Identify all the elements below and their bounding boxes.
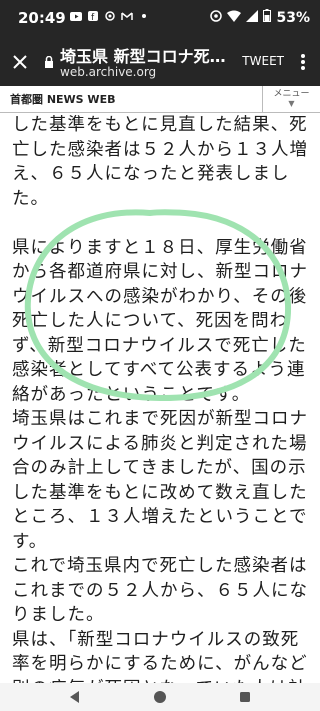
paragraph: 県は、「新型コロナウイルスの致死率を明らかにするために、がんなど別の病気が死因と… [12,629,308,684]
browser-toolbar: 埼玉県 新型コロナ死… web.archive.org TWEET [0,38,320,86]
battery-icon [263,9,272,26]
sync-icon [210,9,223,26]
notification-icons: f [70,11,150,21]
wifi-icon [227,10,242,26]
menu-button[interactable]: メニュー ▼ [262,86,320,112]
tweet-button[interactable]: TWEET [242,54,284,68]
lock-icon [44,53,54,72]
close-icon[interactable] [6,48,34,76]
caret-down-icon: ▼ [288,99,295,108]
paragraph: これで埼玉県内で死亡した感染者はこれまでの５２人から、６５人になりました。 [12,556,308,625]
system-nav-bar [0,683,320,711]
signal-icon [246,9,259,26]
status-right: 53% [210,9,310,26]
menu-label: メニュー [273,89,310,99]
facebook-icon: f [87,11,99,21]
battery-level: 53% [276,9,310,26]
status-bar: 20:49 f 53% [0,0,320,38]
settings-icon [104,11,116,21]
gmail-icon [121,11,133,21]
page-title: 埼玉県 新型コロナ死… [60,47,226,66]
paragraph: 埼玉県はこれまで死因が新型コロナウイルスによる肺炎と判定された場合のみ計上してき… [12,409,308,552]
site-logo[interactable]: 首都圏 NEWS WEB [10,91,115,107]
status-time: 20:49 [18,9,66,27]
recents-icon[interactable] [235,687,255,707]
paragraph: 県によりますと１８日、厚生労働省から各都道府県に対し、新型コロナウイルスへの感染… [12,237,308,405]
youtube-icon [70,11,82,21]
page-url[interactable]: web.archive.org [60,65,156,79]
more-options-icon[interactable] [292,48,314,76]
site-header: 首都圏 NEWS WEB メニュー ▼ [0,86,320,113]
home-icon[interactable] [150,687,170,707]
dot-icon [138,11,150,21]
back-icon[interactable] [65,687,85,707]
article-body: した基準をもとに見直した結果、死亡した感染者は５２人から１３人増え、６５人になっ… [12,113,312,683]
paragraph: した基準をもとに見直した結果、死亡した感染者は５２人から１３人増え、６５人になっ… [12,115,308,209]
